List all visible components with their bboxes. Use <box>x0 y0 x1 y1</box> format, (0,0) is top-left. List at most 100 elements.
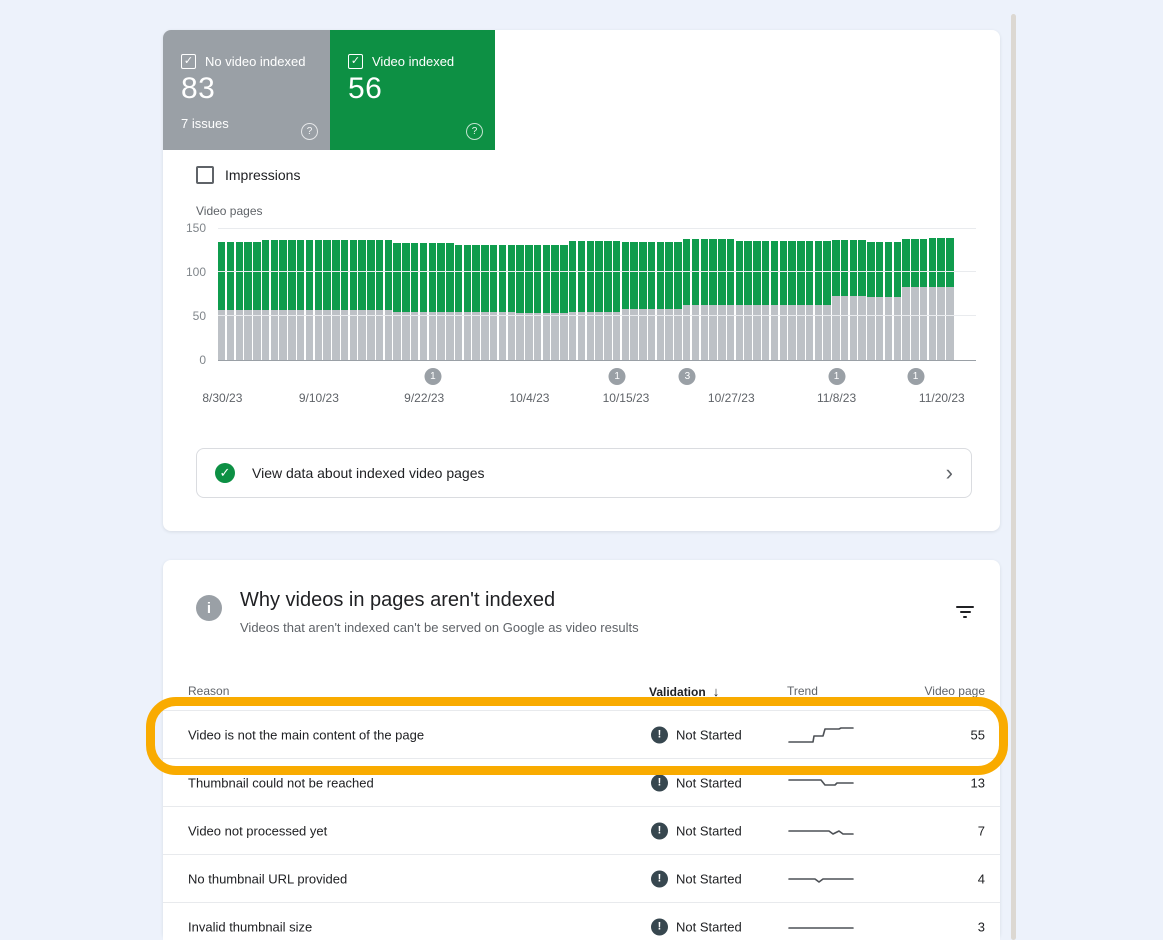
stacked-bar <box>780 228 787 360</box>
bar-segment-no-video-indexed <box>472 312 479 360</box>
stacked-bar <box>315 228 322 360</box>
stacked-bar <box>692 228 699 360</box>
bar-segment-no-video-indexed <box>446 312 453 360</box>
stacked-bar <box>271 228 278 360</box>
bar-segment-video-indexed <box>499 245 506 313</box>
bar-segment-no-video-indexed <box>683 305 690 360</box>
bar-segment-video-indexed <box>929 238 936 287</box>
table-row[interactable]: No thumbnail URL provided!Not Started4 <box>163 854 1000 902</box>
bar-segment-no-video-indexed <box>692 305 699 360</box>
impressions-toggle[interactable]: Impressions <box>196 166 300 184</box>
alert-icon: ! <box>651 774 668 791</box>
sort-descending-icon: ↓ <box>713 684 720 699</box>
bar-segment-no-video-indexed <box>858 296 865 360</box>
bar-segment-no-video-indexed <box>744 305 751 360</box>
validation-status: ! Not Started <box>651 774 742 791</box>
x-tick-label: 8/30/23 <box>202 391 242 405</box>
video-indexing-card: ✓ No video indexed 83 7 issues ? ✓ Video… <box>163 30 1000 531</box>
bar-segment-video-indexed <box>753 241 760 304</box>
stacked-bar <box>709 228 716 360</box>
bar-segment-no-video-indexed <box>244 310 251 360</box>
stacked-bar <box>464 228 471 360</box>
view-data-banner[interactable]: ✓ View data about indexed video pages › <box>196 448 972 498</box>
stacked-bar <box>332 228 339 360</box>
impressions-label: Impressions <box>225 167 300 183</box>
event-marker[interactable]: 1 <box>828 368 845 385</box>
event-marker[interactable]: 1 <box>907 368 924 385</box>
stacked-bar <box>648 228 655 360</box>
stacked-bar <box>727 228 734 360</box>
bar-segment-video-indexed <box>323 240 330 310</box>
metric-video-header: ✓ Video indexed <box>348 54 454 69</box>
column-header-video-page[interactable]: Video page <box>924 684 985 698</box>
event-marker[interactable]: 1 <box>424 368 441 385</box>
metric-issues-count: 7 issues <box>181 116 229 131</box>
bar-segment-no-video-indexed <box>271 310 278 360</box>
table-row[interactable]: Thumbnail could not be reached!Not Start… <box>163 758 1000 806</box>
table-row[interactable]: Video is not the main content of the pag… <box>163 710 1000 758</box>
metric-video-indexed[interactable]: ✓ Video indexed 56 ? <box>330 30 495 150</box>
bar-segment-no-video-indexed <box>639 309 646 360</box>
y-tick-label: 50 <box>193 309 206 323</box>
column-header-trend[interactable]: Trend <box>787 684 818 698</box>
status-label: Not Started <box>676 871 742 886</box>
stacked-bar <box>288 228 295 360</box>
event-marker[interactable]: 1 <box>609 368 626 385</box>
stacked-bar <box>393 228 400 360</box>
no-video-indexed-checkbox[interactable]: ✓ <box>181 54 196 69</box>
help-icon[interactable]: ? <box>466 123 483 140</box>
video-indexed-checkbox[interactable]: ✓ <box>348 54 363 69</box>
bar-segment-no-video-indexed <box>525 313 532 360</box>
help-icon[interactable]: ? <box>301 123 318 140</box>
alert-icon: ! <box>651 918 668 935</box>
table-row[interactable]: Invalid thumbnail size!Not Started3 <box>163 902 1000 940</box>
bar-segment-video-indexed <box>367 240 374 310</box>
bar-segment-video-indexed <box>297 240 304 310</box>
chevron-right-icon[interactable]: › <box>946 462 953 484</box>
column-header-reason[interactable]: Reason <box>188 684 229 698</box>
bar-segment-no-video-indexed <box>516 313 523 360</box>
bar-segment-no-video-indexed <box>481 312 488 360</box>
video-page-count: 55 <box>971 727 985 742</box>
status-label: Not Started <box>676 775 742 790</box>
stacked-bar <box>929 228 936 360</box>
gridline <box>218 315 976 316</box>
bar-segment-video-indexed <box>332 240 339 310</box>
bar-segment-video-indexed <box>823 241 830 304</box>
stacked-bar <box>323 228 330 360</box>
bar-segment-no-video-indexed <box>657 309 664 360</box>
bar-segment-video-indexed <box>244 242 251 310</box>
metric-no-video-header: ✓ No video indexed <box>181 54 305 69</box>
issue-reason: Invalid thumbnail size <box>188 919 312 934</box>
stacked-bar <box>911 228 918 360</box>
check-icon: ✓ <box>351 56 360 67</box>
metric-no-video-indexed[interactable]: ✓ No video indexed 83 7 issues ? <box>163 30 330 150</box>
bar-segment-video-indexed <box>902 239 909 287</box>
stacked-bar <box>262 228 269 360</box>
bar-segment-video-indexed <box>350 240 357 310</box>
table-row[interactable]: Video not processed yet!Not Started7 <box>163 806 1000 854</box>
scrollbar[interactable] <box>1011 14 1016 940</box>
bar-segment-video-indexed <box>665 242 672 309</box>
bar-segment-video-indexed <box>315 240 322 310</box>
bar-segment-no-video-indexed <box>569 312 576 360</box>
bar-segment-no-video-indexed <box>341 310 348 360</box>
impressions-checkbox[interactable] <box>196 166 214 184</box>
event-marker[interactable]: 3 <box>679 368 696 385</box>
bar-segment-video-indexed <box>358 240 365 310</box>
filter-icon[interactable] <box>956 606 974 618</box>
bar-segment-no-video-indexed <box>788 305 795 360</box>
column-header-validation[interactable]: Validation ↓ <box>649 684 719 699</box>
bar-segment-video-indexed <box>841 240 848 295</box>
bar-segment-video-indexed <box>464 245 471 313</box>
stacked-bar <box>499 228 506 360</box>
stacked-bar <box>525 228 532 360</box>
stacked-bar <box>771 228 778 360</box>
stacked-bar <box>876 228 883 360</box>
stacked-bar <box>341 228 348 360</box>
bar-segment-no-video-indexed <box>551 313 558 360</box>
bar-segment-no-video-indexed <box>560 313 567 360</box>
bar-segment-video-indexed <box>806 241 813 304</box>
bar-segment-no-video-indexed <box>376 310 383 360</box>
stacked-bar <box>446 228 453 360</box>
